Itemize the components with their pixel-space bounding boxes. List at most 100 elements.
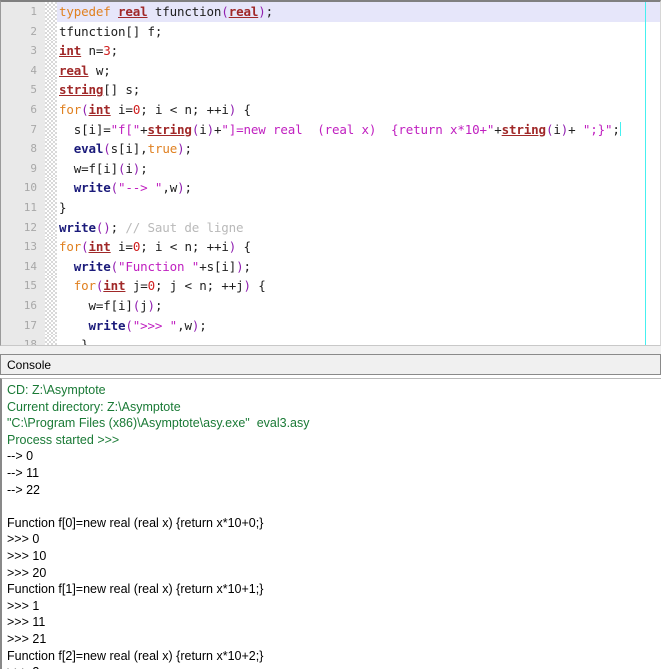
code-line-text: real w;	[59, 61, 111, 81]
code-line[interactable]: 12 write(); // Saut de ligne	[1, 217, 660, 238]
console-line: >>> 11	[7, 615, 46, 630]
code-token: (	[110, 258, 119, 274]
console-line: >>> 20	[7, 565, 47, 580]
code-token: ;	[612, 121, 620, 137]
code-line[interactable]: 13 for(int i=0; i < n; ++i) {	[1, 237, 660, 257]
code-line[interactable]: 2 tfunction[] f;	[1, 21, 660, 42]
code-token: (	[221, 4, 229, 19]
code-token: s[i],	[110, 141, 148, 157]
fold-margin-hatch[interactable]	[45, 41, 57, 61]
code-token: j=	[125, 278, 148, 294]
fold-margin-hatch[interactable]	[45, 21, 57, 42]
fold-margin-hatch[interactable]	[45, 178, 57, 198]
code-token: eval	[73, 141, 104, 157]
code-token: string	[147, 121, 192, 137]
code-token: (	[81, 101, 89, 117]
panel-splitter[interactable]	[0, 346, 661, 354]
code-token: )	[258, 4, 266, 19]
fold-margin-hatch[interactable]	[45, 315, 57, 336]
code-editor-pane[interactable]: 1 typedef real tfunction(real); 2 tfunction…	[0, 0, 661, 346]
code-token: write	[59, 219, 96, 235]
editor-scroll-area[interactable]: 1 typedef real tfunction(real); 2 tfunction…	[1, 2, 660, 345]
line-number: 12	[1, 217, 41, 238]
code-line-text: write(">>> ",w);	[59, 316, 207, 336]
code-token: ()	[95, 219, 111, 235]
code-line[interactable]: 17 write(">>> ",w);	[1, 315, 660, 336]
code-line[interactable]: 4 real w;	[1, 60, 660, 81]
fold-margin-hatch[interactable]	[45, 139, 57, 159]
code-line-text: for(int j=0; j < n; ++j) {	[59, 276, 266, 296]
code-line[interactable]: 18 }	[1, 335, 660, 345]
code-line-text: w=f[i](i);	[59, 159, 148, 179]
code-token: ;	[110, 43, 119, 59]
fold-margin-hatch[interactable]	[45, 256, 57, 277]
code-token: ;	[199, 317, 207, 333]
code-token: ;	[184, 180, 192, 196]
code-line[interactable]: 11}	[1, 197, 660, 218]
fold-margin-hatch[interactable]	[45, 60, 57, 81]
code-line-text: for(int i=0; i < n; ++i) {	[59, 237, 251, 257]
code-lines-container[interactable]: 1 typedef real tfunction(real); 2 tfunction…	[1, 2, 660, 345]
fold-margin-hatch[interactable]	[45, 99, 57, 120]
code-line[interactable]: 3 int n=3;	[1, 41, 660, 61]
line-number: 4	[1, 60, 41, 81]
code-line[interactable]: 9 w=f[i](i);	[1, 158, 660, 179]
code-token: 3	[103, 43, 111, 59]
fold-margin-hatch[interactable]	[45, 295, 57, 316]
code-token: +	[494, 121, 502, 137]
code-token: +s[i]	[199, 258, 237, 274]
fold-margin-hatch[interactable]	[45, 276, 57, 296]
code-line[interactable]: 6 for(int i=0; i < n; ++i) {	[1, 99, 660, 120]
code-token: typedef	[59, 4, 119, 19]
code-line[interactable]: 8 eval(s[i],true);	[1, 139, 660, 159]
code-line-text: eval(s[i],true);	[59, 139, 192, 159]
code-token: j	[140, 297, 148, 313]
code-token: }	[59, 337, 89, 345]
code-line[interactable]: 16 w=f[i](j);	[1, 295, 660, 316]
code-token: [] s;	[103, 82, 141, 98]
line-number: 10	[1, 178, 41, 198]
code-line[interactable]: 15 for(int j=0; j < n; ++j) {	[1, 276, 660, 296]
line-number: 18	[1, 335, 41, 345]
code-token: (	[103, 141, 111, 157]
console-line: CD: Z:\Asymptote	[7, 383, 106, 397]
code-line[interactable]: 1 typedef real tfunction(real);	[1, 2, 660, 22]
code-token: write	[73, 180, 111, 196]
fold-margin-hatch[interactable]	[45, 237, 57, 257]
fold-margin-hatch[interactable]	[45, 158, 57, 179]
fold-margin-hatch[interactable]	[45, 80, 57, 100]
code-token: write	[73, 258, 111, 274]
code-line[interactable]: 5 string[] s;	[1, 80, 660, 100]
console-output-area[interactable]: CD: Z:\Asymptote Current directory: Z:\As…	[0, 378, 661, 669]
code-token: true	[147, 141, 178, 157]
code-token: )	[228, 239, 237, 255]
line-number: 2	[1, 21, 41, 42]
fold-margin-hatch[interactable]	[45, 335, 57, 345]
line-number: 14	[1, 256, 41, 277]
code-token: "Function "	[118, 258, 200, 274]
code-token: ,w	[177, 317, 192, 333]
code-token: +	[140, 121, 148, 137]
code-token: real	[118, 4, 148, 19]
code-line[interactable]: 7 s[i]="f["+string(i)+"]=new real (real …	[1, 119, 660, 140]
code-token: (	[81, 239, 89, 255]
fold-margin-hatch[interactable]	[45, 2, 57, 22]
code-token: "f["	[110, 121, 141, 137]
fold-margin-hatch[interactable]	[45, 119, 57, 140]
code-token: real	[59, 62, 89, 78]
line-number: 15	[1, 276, 41, 296]
code-token: i	[553, 121, 561, 137]
code-token: w=f[i]	[59, 160, 119, 176]
text-caret	[619, 121, 621, 136]
code-token: int	[88, 239, 111, 255]
fold-margin-hatch[interactable]	[45, 197, 57, 218]
fold-margin-hatch[interactable]	[45, 217, 57, 238]
code-line[interactable]: 14 write("Function "+s[i]);	[1, 256, 660, 277]
code-token: int	[88, 101, 111, 117]
code-line[interactable]: 10 write("--> ",w);	[1, 178, 660, 198]
code-token: {	[236, 239, 251, 255]
code-token: )	[147, 297, 156, 313]
code-token: ; i < n; ++i	[140, 101, 229, 117]
code-line-text: write("--> ",w);	[59, 178, 192, 198]
